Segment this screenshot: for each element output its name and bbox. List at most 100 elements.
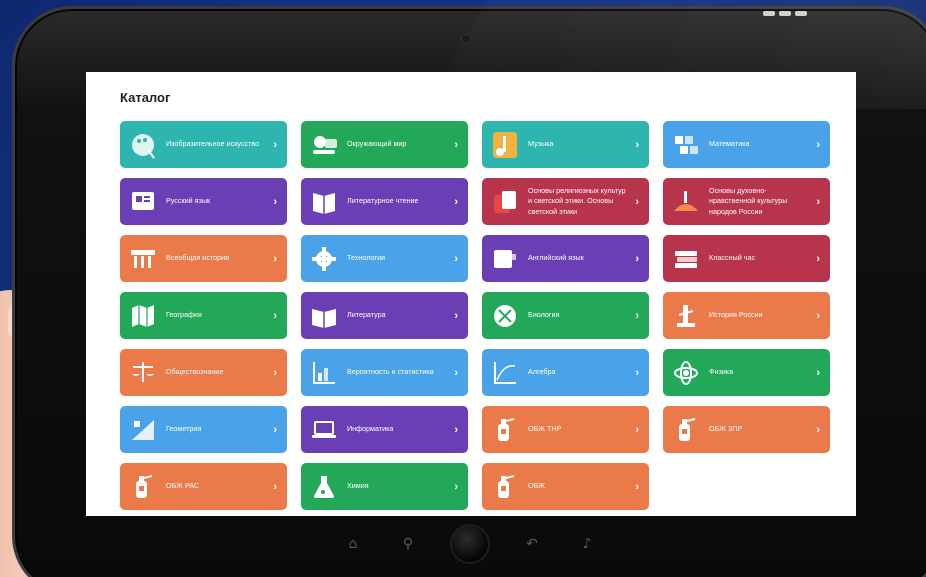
catalog-card[interactable]: Основы духовно-нравственной культуры нар…	[663, 178, 830, 225]
tablet-screen: Каталог Изобразительное искусство › Окружа…	[86, 72, 856, 516]
palette-icon	[128, 130, 158, 160]
catalog-card[interactable]: География ›	[120, 292, 287, 339]
catalog-card-label: Классный час	[709, 253, 756, 263]
catalog-card-label: Изобразительное искусство	[166, 139, 260, 149]
chevron-right-icon: ›	[635, 195, 639, 208]
catalog-card[interactable]: Всеобщая история ›	[120, 235, 287, 282]
catalog-card[interactable]: Вероятность и статистика ›	[301, 349, 468, 396]
catalog-card[interactable]: Литературное чтение ›	[301, 178, 468, 225]
catalog-card[interactable]: Основы религиозных культур и светской эт…	[482, 178, 649, 225]
back-icon[interactable]: ↶	[519, 536, 545, 552]
chevron-right-icon: ›	[635, 138, 639, 151]
chevron-right-icon: ›	[816, 252, 820, 265]
chevron-right-icon: ›	[635, 480, 639, 493]
chevron-right-icon: ›	[454, 480, 458, 493]
catalog-card-label: Музыка	[528, 139, 554, 149]
volume-icon[interactable]: ♪	[574, 536, 600, 552]
chevron-right-icon: ›	[273, 138, 277, 151]
gear-icon	[309, 244, 339, 274]
catalog-card-label: ОБЖ РАС	[166, 481, 200, 491]
chevron-right-icon: ›	[635, 366, 639, 379]
dna-icon	[490, 301, 520, 331]
algebra-graph-icon	[490, 358, 520, 388]
chevron-right-icon: ›	[635, 252, 639, 265]
chevron-right-icon: ›	[454, 195, 458, 208]
catalog-card[interactable]: История России ›	[663, 292, 830, 339]
catalog-card-label: Химия	[347, 481, 369, 491]
catalog-card[interactable]: Информатика ›	[301, 406, 468, 453]
statistics-chart-icon	[309, 358, 339, 388]
chevron-right-icon: ›	[816, 309, 820, 322]
catalog-card[interactable]: Биология ›	[482, 292, 649, 339]
flask-icon	[309, 472, 339, 502]
home-button[interactable]	[450, 524, 490, 564]
catalog-card-label: Обществознание	[166, 367, 224, 377]
catalog-card[interactable]: Геометрия ›	[120, 406, 287, 453]
catalog-card-label: Литературное чтение	[347, 196, 419, 206]
catalog-card-label: Русский язык	[166, 196, 211, 206]
catalog-card-label: Информатика	[347, 424, 394, 434]
catalog-card[interactable]: Окружающий мир ›	[301, 121, 468, 168]
catalog-card[interactable]: Изобразительное искусство ›	[120, 121, 287, 168]
catalog-card[interactable]: Классный час ›	[663, 235, 830, 282]
catalog-card-label: Основы религиозных культур и светской эт…	[528, 185, 626, 216]
catalog-card[interactable]: Литература ›	[301, 292, 468, 339]
catalog-card[interactable]: Обществознание ›	[120, 349, 287, 396]
catalog-card[interactable]: Химия ›	[301, 463, 468, 510]
catalog-card-label: Вероятность и статистика	[347, 367, 434, 377]
chevron-right-icon: ›	[273, 309, 277, 322]
catalog-card[interactable]: Физика ›	[663, 349, 830, 396]
literature-book-icon	[309, 301, 339, 331]
atom-icon	[671, 358, 701, 388]
chevron-right-icon: ›	[816, 195, 820, 208]
music-note-icon	[490, 130, 520, 160]
catalog-card-label: Основы духовно-нравственной культуры нар…	[709, 185, 788, 216]
catalog-card[interactable]: ОБЖ РАС ›	[120, 463, 287, 510]
monument-icon	[671, 301, 701, 331]
catalog-card[interactable]: Технология ›	[301, 235, 468, 282]
fire-extinguisher-icon	[128, 472, 158, 502]
catalog-card-label: Алгебра	[528, 367, 556, 377]
books-stack-icon	[671, 244, 701, 274]
search-icon[interactable]: ⚲	[395, 536, 421, 552]
catalog-card-label: Технология	[347, 253, 386, 263]
catalog-card[interactable]: ОБЖ ТНР ›	[482, 406, 649, 453]
catalog-card-label: Геометрия	[166, 424, 202, 434]
catalog-card-label: Биология	[528, 310, 560, 320]
religion-book-icon	[490, 187, 520, 217]
chevron-right-icon: ›	[273, 480, 277, 493]
tablet-nav-bar: ⌂ ⚲ ↶ ♪	[340, 524, 600, 564]
numbers-icon	[671, 130, 701, 160]
book-letters-icon	[128, 187, 158, 217]
catalog-card-label: География	[166, 310, 202, 320]
catalog-card-label: Литература	[347, 310, 386, 320]
catalog-card[interactable]: Математика ›	[663, 121, 830, 168]
fire-extinguisher-icon	[490, 472, 520, 502]
tablet-side-buttons	[763, 11, 807, 16]
chevron-right-icon: ›	[635, 423, 639, 436]
laptop-icon	[309, 415, 339, 445]
catalog-card-label: История России	[709, 310, 763, 320]
catalog-card[interactable]: Английский язык ›	[482, 235, 649, 282]
geometry-ruler-icon	[128, 415, 158, 445]
chevron-right-icon: ›	[454, 252, 458, 265]
catalog-card[interactable]: ОБЖ ›	[482, 463, 649, 510]
catalog-card[interactable]: Алгебра ›	[482, 349, 649, 396]
chevron-right-icon: ›	[273, 423, 277, 436]
catalog-card[interactable]: ОБЖ ЗПР ›	[663, 406, 830, 453]
catalog-card-label: Математика	[709, 139, 750, 149]
chevron-right-icon: ›	[454, 309, 458, 322]
chevron-right-icon: ›	[816, 138, 820, 151]
map-icon	[128, 301, 158, 331]
catalog-card-label: ОБЖ ЗПР	[709, 424, 743, 434]
catalog-card-label: Английский язык	[528, 253, 584, 263]
catalog-card[interactable]: Музыка ›	[482, 121, 649, 168]
catalog-card[interactable]: Русский язык ›	[120, 178, 287, 225]
home-icon[interactable]: ⌂	[340, 536, 366, 552]
english-book-icon	[490, 244, 520, 274]
chevron-right-icon: ›	[454, 423, 458, 436]
chevron-right-icon: ›	[454, 366, 458, 379]
chevron-right-icon: ›	[816, 366, 820, 379]
culture-icon	[671, 187, 701, 217]
chevron-right-icon: ›	[454, 138, 458, 151]
